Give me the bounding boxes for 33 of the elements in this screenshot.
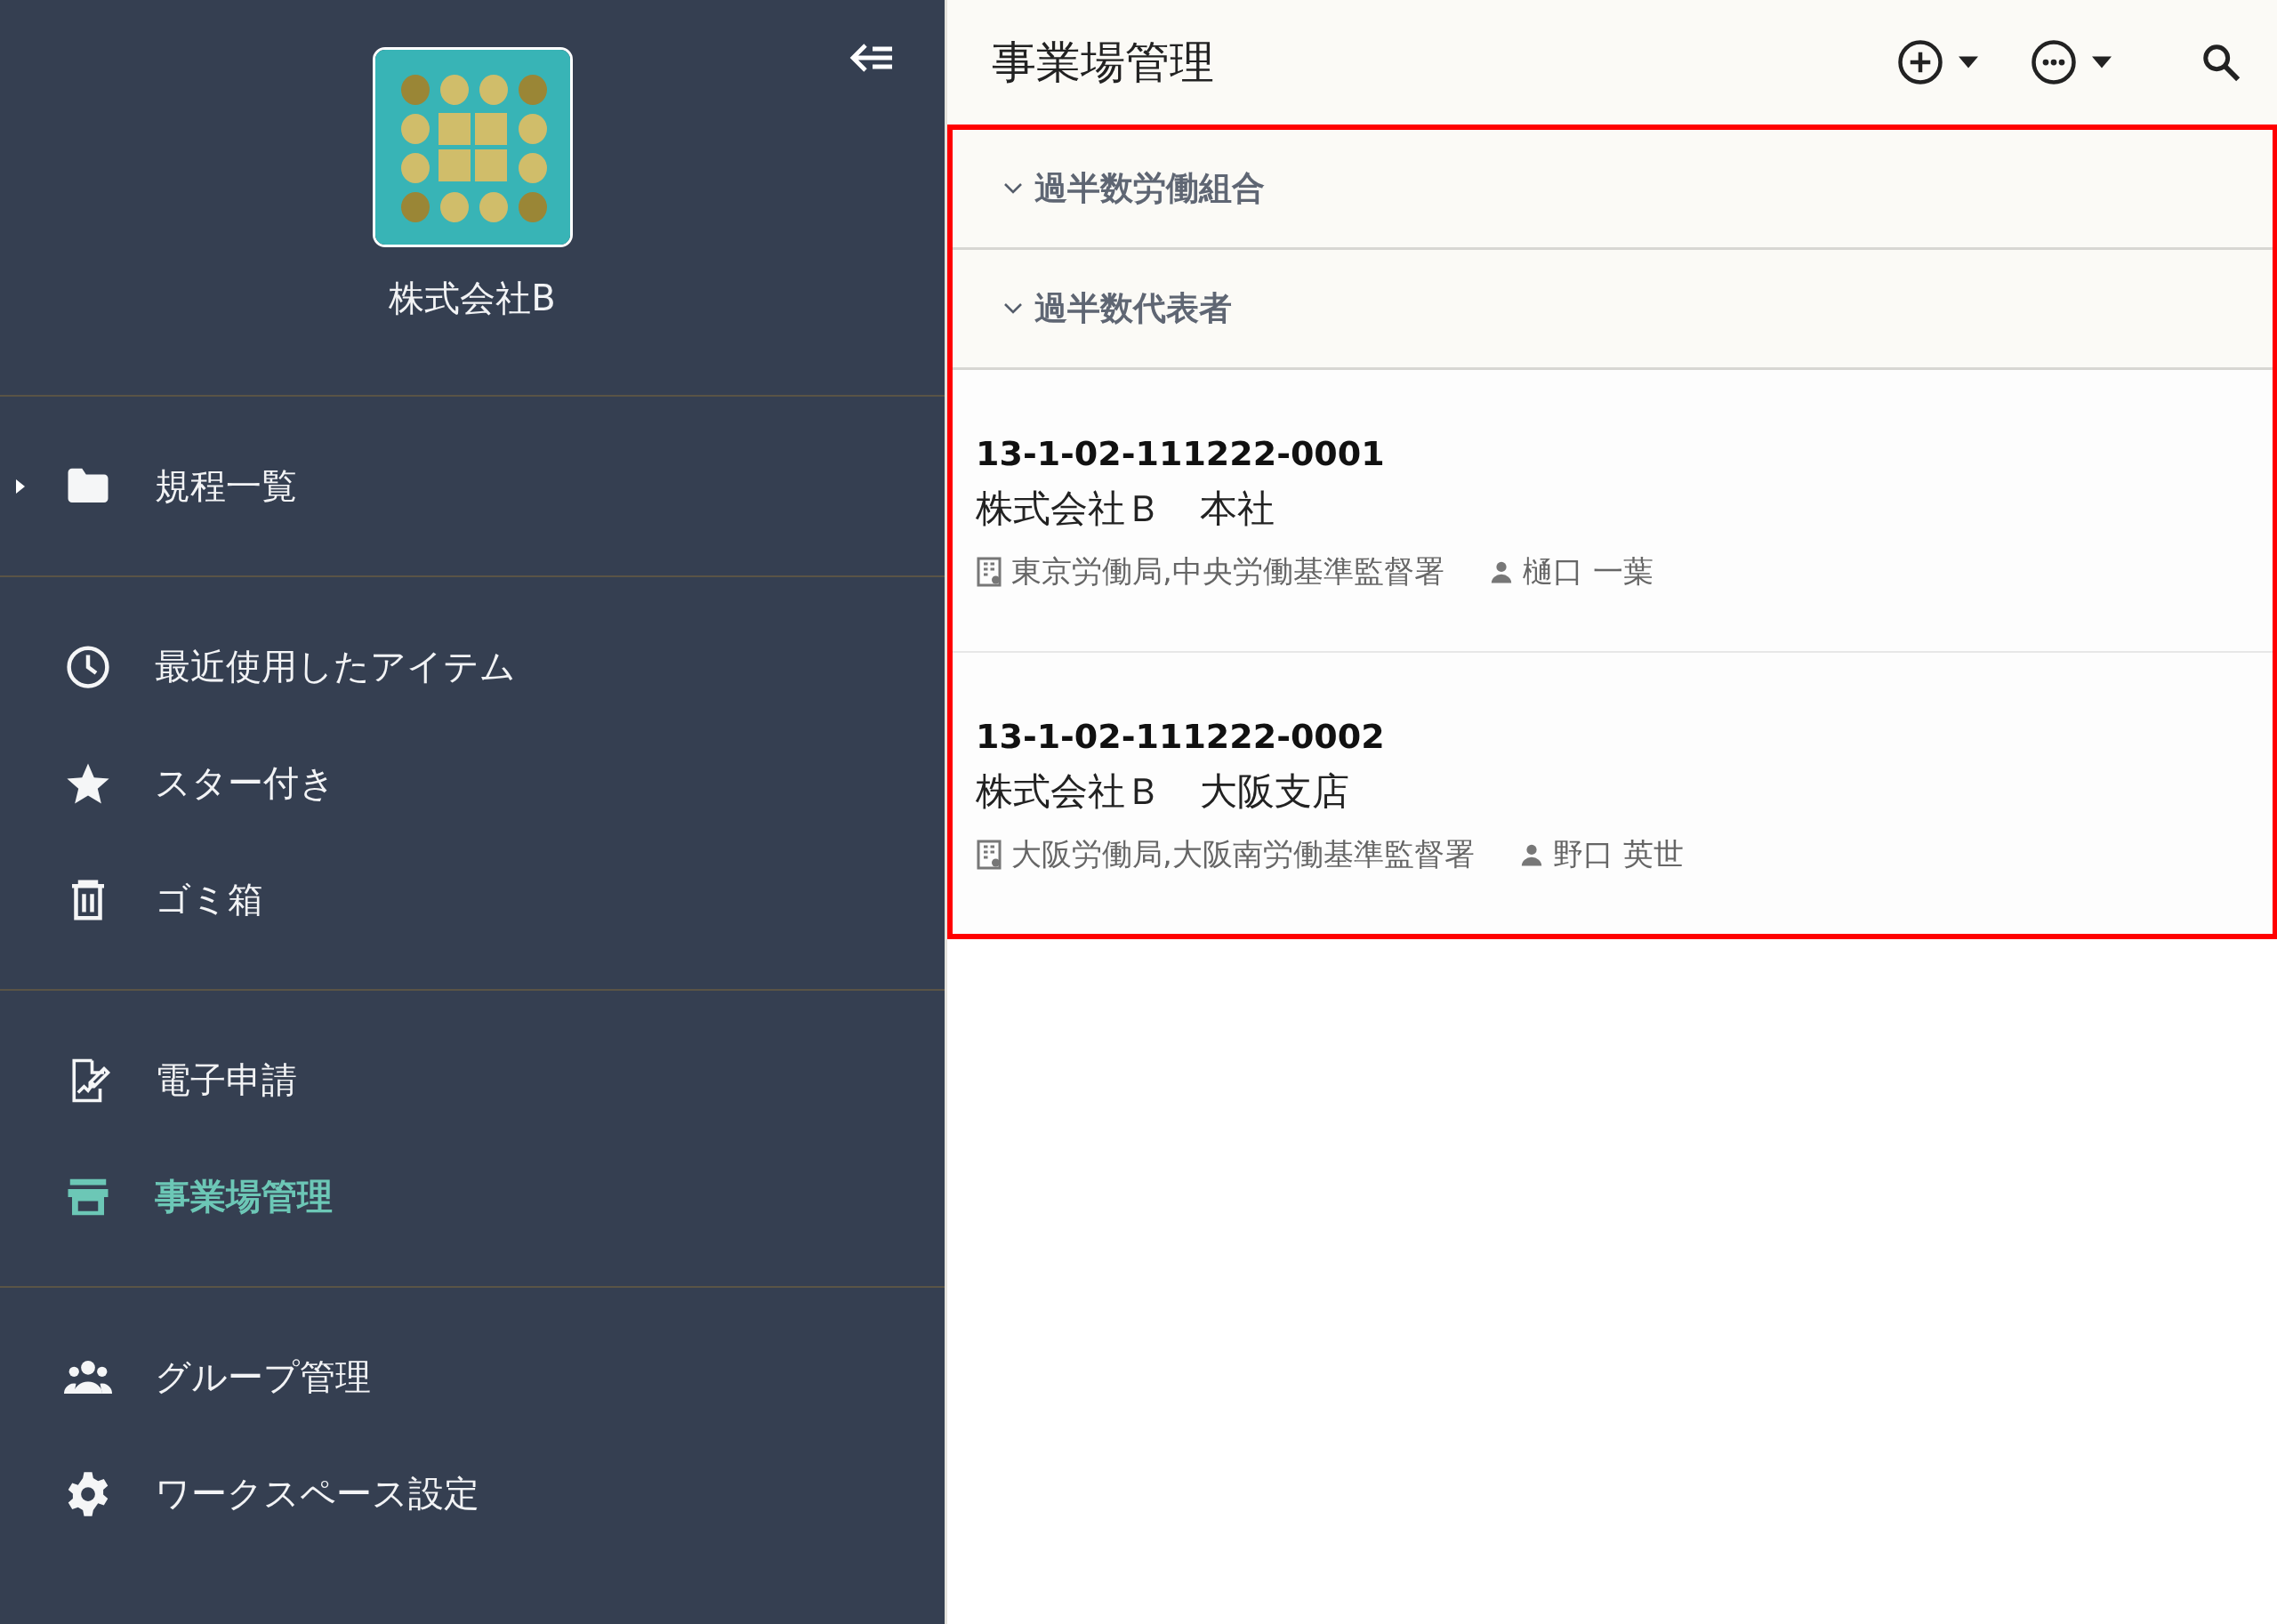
group-header[interactable]: 過半数代表者	[953, 250, 2273, 370]
group-label: 過半数代表者	[1034, 288, 1232, 329]
group-label: 過半数労働組合	[1034, 168, 1265, 209]
page-title: 事業場管理	[992, 35, 1215, 90]
sidebar-item[interactable]: ゴミ箱	[0, 841, 945, 958]
search-icon[interactable]	[2201, 42, 2241, 83]
chevron-down-icon[interactable]	[1002, 181, 1024, 196]
sidebar-item[interactable]: 電子申請	[0, 1022, 945, 1138]
labor-office: 東京労働局,中央労働基準監督署	[1011, 552, 1444, 591]
workplace-number: 13-1-02-111222-0001	[976, 434, 1386, 473]
workplace-number: 13-1-02-111222-0002	[976, 717, 1386, 756]
more-menu-button[interactable]	[2030, 38, 2112, 86]
sidebar-item[interactable]: 事業場管理	[0, 1138, 945, 1255]
group-header[interactable]: 過半数労働組合	[953, 130, 2273, 250]
workplace-name: 株式会社Ｂ 本社	[976, 486, 1275, 532]
more-circle-icon	[2030, 38, 2078, 86]
sidebar-item[interactable]: ワークスペース設定	[0, 1435, 945, 1552]
add-menu-button[interactable]	[1896, 38, 1978, 86]
representative-name: 野口 英世	[1552, 835, 1684, 873]
sidebar-item[interactable]: 規程一覧	[0, 428, 945, 544]
building-icon	[976, 556, 1002, 588]
sidebar-item[interactable]: グループ管理	[0, 1319, 945, 1435]
chevron-down-icon[interactable]	[1002, 301, 1024, 316]
workspace-name: 株式会社B	[389, 277, 556, 320]
sidebar-item[interactable]: 最近使用したアイテム	[0, 608, 945, 725]
representative-name: 樋口 一葉	[1522, 552, 1653, 591]
caret-down-icon	[2092, 56, 2112, 68]
sidebar-item[interactable]: スター付き	[0, 725, 945, 841]
labor-office: 大阪労働局,大阪南労働基準監督署	[1011, 835, 1475, 873]
building-icon	[976, 839, 1002, 871]
plus-circle-icon	[1896, 38, 1944, 86]
caret-down-icon	[1959, 56, 1978, 68]
workplace-name: 株式会社Ｂ 大阪支店	[976, 768, 1350, 815]
